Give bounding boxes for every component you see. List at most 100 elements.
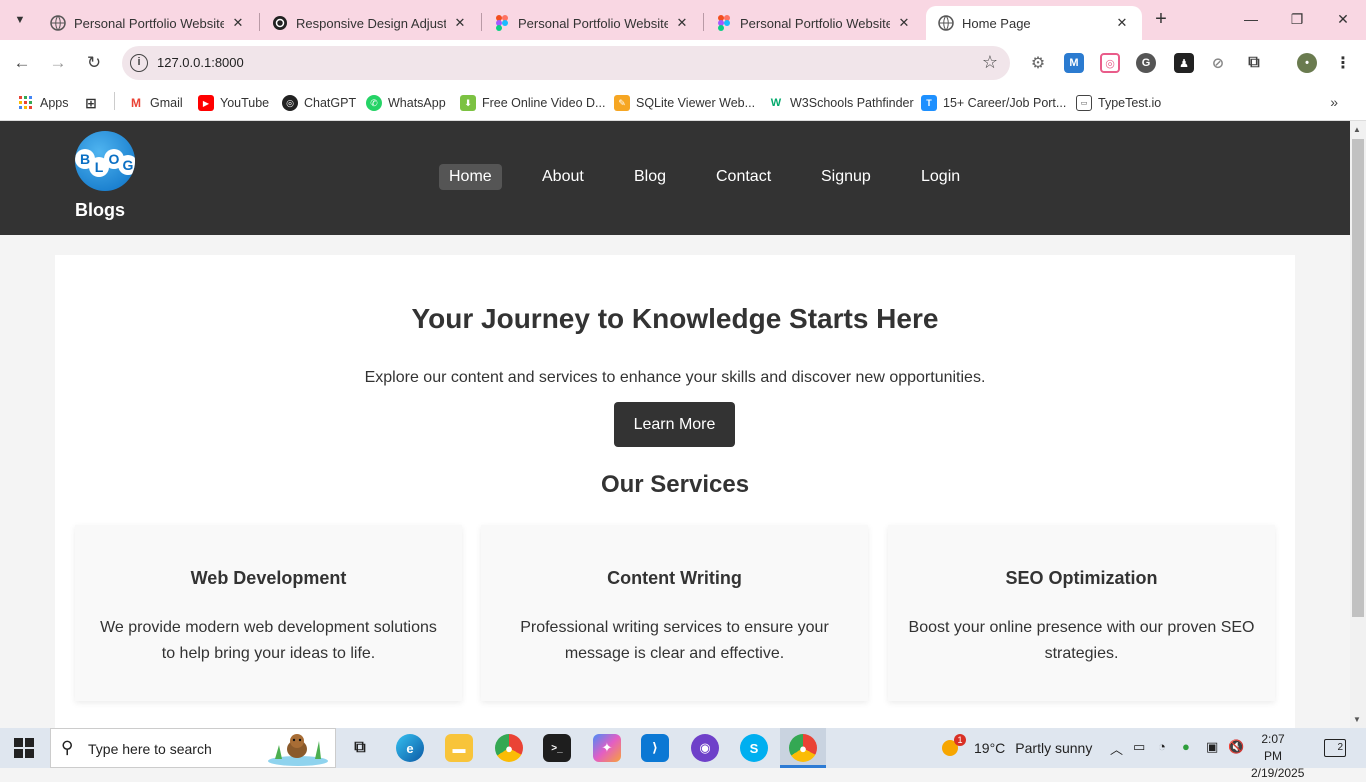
terminal-icon[interactable]: >_ (543, 734, 571, 762)
bookmark-apps[interactable]: Apps (18, 94, 69, 112)
tab-title: Personal Portfolio Website Te (518, 15, 668, 31)
close-window-icon[interactable]: ✕ (1332, 8, 1354, 30)
keyboard-icon: ▭ (1076, 95, 1092, 111)
tab-title: Personal Portfolio Website Te (740, 15, 890, 31)
page-viewport: B L O G Blogs Home About Blog Contact Si… (0, 121, 1350, 728)
blog-logo[interactable]: B L O G (75, 131, 135, 191)
reload-icon[interactable]: ↻ (82, 51, 106, 75)
scrollbar-thumb[interactable] (1352, 139, 1364, 617)
notification-center-icon[interactable]: 2 (1324, 739, 1346, 757)
bookmark-gmail[interactable]: M Gmail (128, 94, 183, 112)
extensions-puzzle-icon[interactable]: ⧉ (1244, 53, 1264, 73)
tab-home-page[interactable]: Home Page ✕ (926, 6, 1142, 40)
tab-4[interactable]: Personal Portfolio Website Te ✕ (704, 6, 924, 40)
forward-arrow-icon[interactable]: → (46, 51, 70, 75)
skype-icon[interactable]: S (740, 734, 768, 762)
profile-avatar[interactable]: • (1297, 53, 1317, 73)
copilot-icon[interactable]: ✦ (593, 734, 621, 762)
extension-compass-icon[interactable]: ⊘ (1208, 53, 1228, 73)
restore-icon[interactable]: ❐ (1286, 8, 1308, 30)
tab-2[interactable]: Responsive Design Adjustme ✕ (260, 6, 480, 40)
minimize-icon[interactable]: — (1240, 8, 1262, 30)
taskbar-search-box[interactable]: ⚲ Type here to search (50, 728, 336, 768)
more-bookmarks-chevron-icon[interactable]: » (1330, 94, 1338, 110)
wifi-icon[interactable]: ◔ (1158, 739, 1166, 754)
bookmark-w3schools[interactable]: W W3Schools Pathfinder (768, 94, 914, 112)
site-info-icon[interactable]: i (130, 54, 148, 72)
file-explorer-icon[interactable]: ▬ (445, 734, 473, 762)
bookmark-career-portals[interactable]: T 15+ Career/Job Port... (921, 94, 1066, 112)
service-card-seo-optimization: SEO Optimization Boost your online prese… (888, 525, 1275, 701)
bookmark-sqlite-viewer[interactable]: ✎ SQLite Viewer Web... (614, 94, 755, 112)
nav-home[interactable]: Home (439, 164, 502, 190)
chrome-profile-icon[interactable]: ● (789, 734, 817, 762)
tab-search-chevron-icon[interactable]: ▼ (8, 8, 32, 32)
bookmark-divider (114, 92, 115, 110)
chatgpt-icon: ◎ (282, 95, 298, 111)
bookmark-chatgpt[interactable]: ◎ ChatGPT (282, 94, 356, 112)
weather-condition: Partly sunny (1015, 740, 1093, 756)
tab-groups-grid-icon[interactable]: ⊞ (83, 94, 105, 112)
close-tab-icon[interactable]: ✕ (896, 15, 912, 31)
tab-3[interactable]: Personal Portfolio Website Te ✕ (482, 6, 702, 40)
t-icon: T (921, 95, 937, 111)
bookmark-label: Free Online Video D... (482, 96, 606, 110)
address-bar[interactable]: i 127.0.0.1:8000 ☆ (122, 46, 1010, 80)
close-tab-icon[interactable]: ✕ (1114, 15, 1130, 31)
hero-title: Your Journey to Knowledge Starts Here (411, 303, 939, 334)
chrome-tray-icon[interactable]: ● (1182, 739, 1190, 754)
battery-icon[interactable]: ▭ (1133, 739, 1145, 755)
tab-1[interactable]: Personal Portfolio Website ✕ (38, 6, 258, 40)
tray-overflow-chevron-icon[interactable]: ︿ (1110, 739, 1123, 758)
bookmark-star-icon[interactable]: ☆ (982, 52, 998, 73)
extension-camera-icon[interactable]: ◎ (1100, 53, 1120, 73)
bookmark-label: Apps (40, 96, 69, 110)
chrome-icon[interactable]: ● (495, 734, 523, 762)
nav-blog[interactable]: Blog (624, 164, 676, 190)
extension-puzzle-dark-icon[interactable]: ♟ (1174, 53, 1194, 73)
page-scrollbar[interactable]: ▲ ▼ (1350, 121, 1366, 728)
extension-gear-icon[interactable]: ⚙ (1028, 53, 1048, 73)
close-tab-icon[interactable]: ✕ (230, 15, 246, 31)
meet-now-icon[interactable]: ▣ (1206, 739, 1218, 755)
globe-icon (50, 15, 66, 31)
figma-icon (716, 15, 732, 31)
nav-contact[interactable]: Contact (706, 164, 781, 190)
task-view-icon[interactable]: ⧉ (346, 734, 374, 762)
bookmark-whatsapp[interactable]: ✆ WhatsApp (366, 94, 446, 112)
extension-m-icon[interactable]: M (1064, 53, 1084, 73)
tab-title: Personal Portfolio Website (74, 15, 224, 31)
weather-widget[interactable]: 1 19°C Partly sunny (942, 734, 1093, 758)
windows-start-icon[interactable] (14, 738, 34, 758)
close-tab-icon[interactable]: ✕ (452, 15, 468, 31)
url-text[interactable]: 127.0.0.1:8000 (157, 55, 244, 70)
close-tab-icon[interactable]: ✕ (674, 15, 690, 31)
bookmark-youtube[interactable]: ▶ YouTube (198, 94, 269, 112)
vscode-icon[interactable]: ⟩ (641, 734, 669, 762)
bookmark-video-downloader[interactable]: ⬇ Free Online Video D... (460, 94, 605, 112)
figma-icon (494, 15, 510, 31)
nav-login[interactable]: Login (911, 164, 970, 190)
bookmark-typetest[interactable]: ▭ TypeTest.io (1076, 94, 1161, 112)
bookmark-label: TypeTest.io (1098, 96, 1162, 110)
volume-mute-icon[interactable]: 🔇 (1228, 739, 1244, 755)
back-arrow-icon[interactable]: ← (10, 51, 34, 75)
gmail-icon: M (128, 95, 144, 111)
new-tab-icon[interactable]: + (1150, 8, 1172, 30)
bookmark-label: W3Schools Pathfinder (790, 96, 914, 110)
more-menu-icon[interactable]: ⋮ (1333, 53, 1353, 73)
nav-signup[interactable]: Signup (811, 164, 881, 190)
system-clock[interactable]: 2:07 PM 2/19/2025 (1251, 731, 1304, 782)
scroll-up-arrow-icon[interactable]: ▲ (1353, 125, 1361, 134)
edge-icon[interactable]: e (396, 734, 424, 762)
service-card-text: Professional writing services to ensure … (520, 619, 829, 662)
brand-name[interactable]: Blogs (75, 200, 125, 221)
learn-more-button[interactable]: Learn More (614, 402, 735, 447)
notification-count: 2 (1337, 742, 1343, 753)
extension-grammar-icon[interactable]: G (1136, 53, 1156, 73)
partly-sunny-icon: 1 (942, 734, 966, 758)
github-icon[interactable]: ◉ (691, 734, 719, 762)
taskbar-search-placeholder: Type here to search (88, 741, 212, 757)
scroll-down-arrow-icon[interactable]: ▼ (1353, 715, 1361, 724)
nav-about[interactable]: About (532, 164, 594, 190)
